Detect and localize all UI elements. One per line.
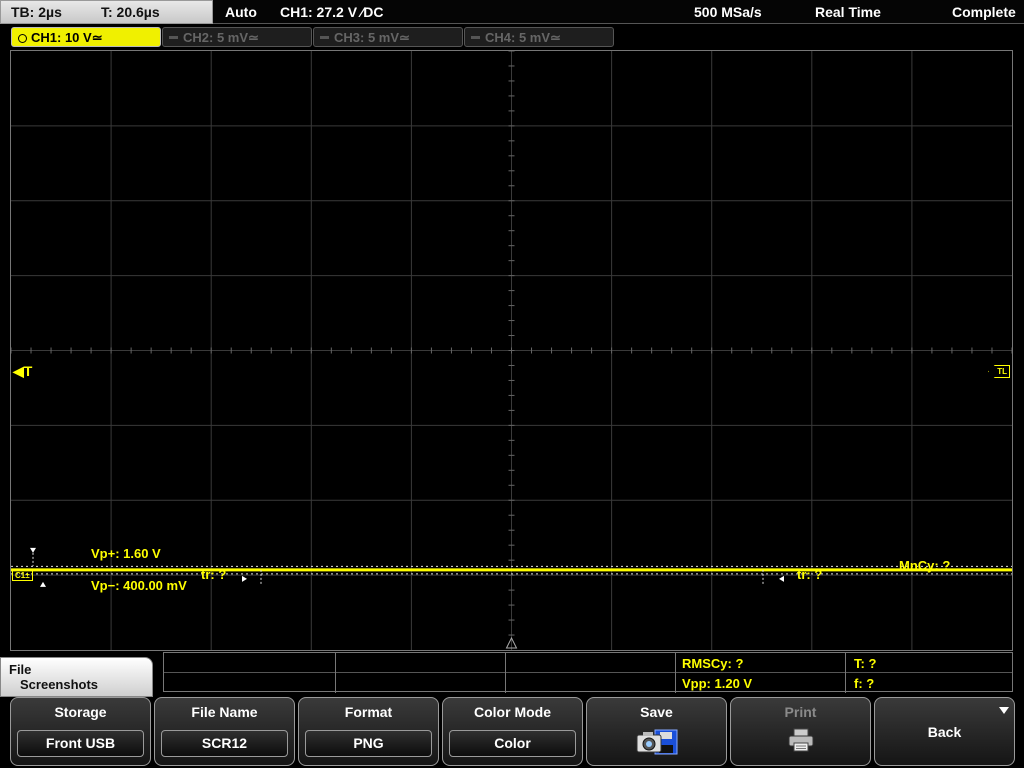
file-name-value[interactable]: SCR12 — [161, 730, 288, 757]
back-button[interactable]: Back — [874, 697, 1015, 766]
tab-ch3-label: CH3: 5 mV — [334, 30, 400, 45]
status-bar: TB: 2µs T: 20.6µs Auto CH1: 27.2 V ∕DC 5… — [0, 0, 1024, 24]
measurement-cell — [506, 653, 676, 693]
tab-ch1-label: CH1: 10 V — [31, 30, 92, 45]
acquisition-state: Complete — [952, 4, 1016, 20]
storage-value[interactable]: Front USB — [17, 730, 144, 757]
trigger-position-marker[interactable]: ◀T — [13, 363, 32, 380]
ch1-ground-tag-label: C1± — [15, 571, 30, 580]
acquisition-mode: Real Time — [815, 4, 881, 20]
channel-off-icon — [471, 36, 480, 39]
channel-on-icon — [18, 34, 27, 43]
trigger-source-info[interactable]: CH1: 27.2 V ∕DC — [280, 4, 383, 20]
format-label: Format — [344, 704, 393, 720]
mean-cycle-readout: MnCy: ? — [899, 558, 951, 573]
rise-time-right-readout: tr: ? — [797, 567, 823, 582]
graticule — [11, 51, 1012, 650]
ac-dc-coupling-icon: ≃ — [550, 30, 561, 45]
format-value[interactable]: PNG — [305, 730, 432, 757]
tab-ch4-label: CH4: 5 mV — [485, 30, 551, 45]
menu-title-line1: File — [9, 662, 32, 677]
vpp-readout: Vpp: 1.20 V — [682, 676, 753, 691]
rise-time-left-readout: tr: ? — [201, 567, 227, 582]
rise-time-arrow-icon — [779, 575, 784, 582]
print-button: Print — [730, 697, 871, 766]
menu-title-line2: Screenshots — [20, 677, 99, 692]
back-label: Back — [927, 724, 962, 740]
tab-ch2[interactable]: CH2: 5 mV≃ — [162, 27, 312, 47]
color-mode-softkey[interactable]: Color Mode Color — [442, 697, 583, 766]
ac-dc-coupling-icon: ≃ — [399, 30, 410, 45]
ac-dc-coupling-icon: ≃ — [91, 30, 103, 45]
print-label: Print — [784, 704, 817, 720]
timebase-panel[interactable]: TB: 2µs T: 20.6µs — [0, 0, 213, 24]
camera-save-icon — [636, 729, 677, 755]
save-label: Save — [640, 704, 673, 720]
rise-time-arrow-icon — [242, 575, 247, 582]
measurement-cell — [336, 653, 506, 693]
peak-low-marker-icon — [40, 581, 46, 587]
timebase-readout: TB: 2µs — [11, 4, 62, 20]
trigger-time-readout: T: 20.6µs — [101, 4, 160, 20]
storage-softkey[interactable]: Storage Front USB — [10, 697, 151, 766]
ch1-ground-tag[interactable]: C1± — [12, 570, 33, 581]
storage-label: Storage — [54, 704, 107, 720]
tab-ch3[interactable]: CH3: 5 mV≃ — [313, 27, 463, 47]
channel-off-icon — [169, 36, 178, 39]
peak-high-marker-icon — [30, 547, 36, 553]
tab-ch1[interactable]: CH1: 10 V≃ — [11, 27, 161, 47]
measurement-cell — [164, 653, 336, 693]
tab-ch2-label: CH2: 5 mV — [183, 30, 249, 45]
submenu-indicator-icon — [999, 707, 1009, 714]
frequency-readout: f: ? — [854, 676, 875, 691]
file-name-softkey[interactable]: File Name SCR12 — [154, 697, 295, 766]
rmscy-readout: RMSCy: ? — [682, 656, 744, 671]
trigger-level-tag-label: TL — [997, 367, 1007, 376]
trigger-mode[interactable]: Auto — [225, 4, 257, 20]
format-softkey[interactable]: Format PNG — [298, 697, 439, 766]
vp-plus-readout: Vp+: 1.60 V — [91, 546, 161, 561]
printer-icon — [788, 728, 813, 752]
measurement-table: RMSCy: ? Vpp: 1.20 V T: ? f: ? — [163, 652, 1013, 693]
sample-rate: 500 MSa/s — [694, 4, 762, 20]
vp-minus-readout: Vp−: 400.00 mV — [91, 578, 187, 593]
ac-dc-coupling-icon: ≃ — [248, 30, 259, 45]
waveform-display[interactable]: ◀T TL C1± Vp+: 1.60 V Vp−: 400.00 mV tr:… — [10, 50, 1013, 651]
file-name-label: File Name — [191, 704, 258, 720]
channel-off-icon — [320, 36, 329, 39]
color-mode-label: Color Mode — [474, 704, 551, 720]
period-readout: T: ? — [854, 656, 877, 671]
tab-ch4[interactable]: CH4: 5 mV≃ — [464, 27, 614, 47]
color-mode-value[interactable]: Color — [449, 730, 576, 757]
menu-title-panel: File Screenshots — [0, 657, 153, 697]
save-button[interactable]: Save — [586, 697, 727, 766]
